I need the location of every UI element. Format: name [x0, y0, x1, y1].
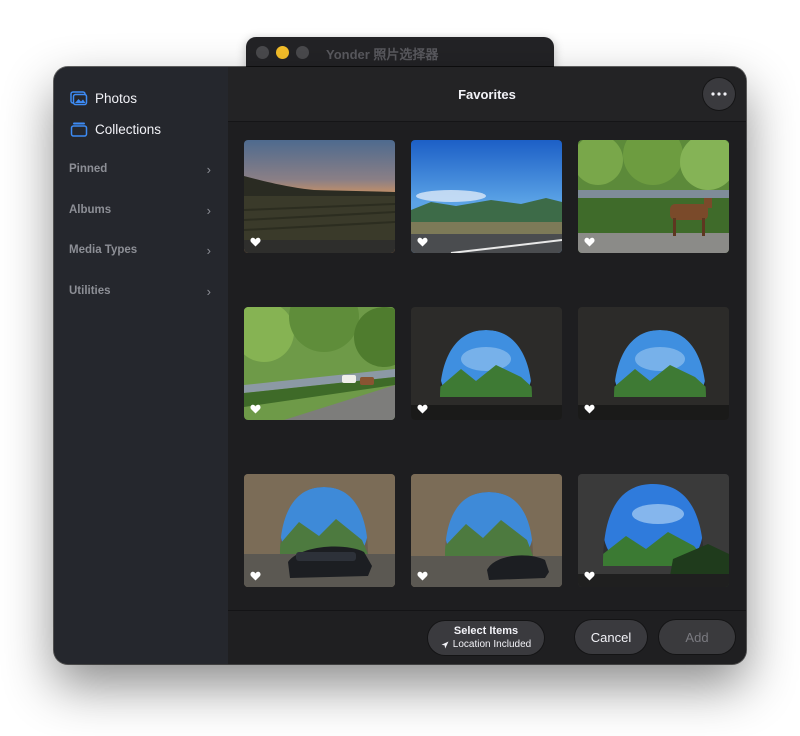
favorite-heart-icon [250, 237, 261, 247]
favorite-heart-icon [417, 571, 428, 581]
mountain-road-goats-photo [244, 307, 395, 420]
footer-toolbar: Select Items Location Included Cancel Ad… [228, 610, 746, 664]
chevron-right-icon: › [206, 242, 211, 258]
blue-sky-road-photo [411, 140, 562, 253]
ellipsis-icon [711, 92, 727, 96]
cave-arch-photo [578, 307, 729, 420]
photo-thumbnail[interactable] [578, 140, 729, 253]
photo-picker-sheet: Photos Collections Pinned › Albums › Med… [54, 67, 746, 664]
section-label: Albums [69, 204, 112, 216]
add-button[interactable]: Add [659, 620, 735, 654]
photo-thumbnail[interactable] [578, 307, 729, 420]
header: Favorites [228, 67, 746, 122]
sidebar-section-albums[interactable]: Albums › [69, 200, 211, 220]
favorite-heart-icon [417, 237, 428, 247]
sidebar-section-utilities[interactable]: Utilities › [69, 281, 211, 301]
window-minimize-button[interactable] [276, 46, 289, 59]
favorite-heart-icon [250, 404, 261, 414]
window-zoom-button[interactable] [296, 46, 309, 59]
content-area: Favorites Select Items Location Included… [228, 67, 746, 664]
cancel-button[interactable]: Cancel [575, 620, 647, 654]
section-label: Pinned [69, 163, 108, 175]
cave-arch-photo [411, 307, 562, 420]
photo-thumbnail[interactable] [244, 474, 395, 587]
cave-car-photo [244, 474, 395, 587]
location-included-row: Location Included [428, 639, 544, 650]
chevron-right-icon: › [206, 283, 211, 299]
section-label: Media Types [69, 244, 138, 256]
favorite-heart-icon [584, 404, 595, 414]
sidebar-section-media-types[interactable]: Media Types › [69, 240, 211, 260]
roadside-goat-photo [578, 140, 729, 253]
favorite-heart-icon [250, 571, 261, 581]
photo-thumbnail[interactable] [411, 474, 562, 587]
sidebar-item-label: Photos [95, 90, 138, 106]
chevron-right-icon: › [206, 202, 211, 218]
sidebar-item-photos[interactable]: Photos [70, 87, 137, 109]
sunset-field-photo [244, 140, 395, 253]
select-items-button[interactable]: Select Items Location Included [428, 621, 544, 655]
window-close-button[interactable] [256, 46, 269, 59]
photo-thumbnail[interactable] [244, 140, 395, 253]
favorite-heart-icon [417, 404, 428, 414]
photos-icon [70, 90, 88, 106]
collections-icon [70, 121, 88, 137]
sidebar-section-pinned[interactable]: Pinned › [69, 159, 211, 179]
favorite-heart-icon [584, 237, 595, 247]
photo-thumbnail[interactable] [411, 307, 562, 420]
location-arrow-icon [441, 641, 449, 648]
photo-thumbnail[interactable] [578, 474, 729, 587]
cave-car-photo [411, 474, 562, 587]
chevron-right-icon: › [206, 161, 211, 177]
page-title: Favorites [458, 87, 516, 102]
more-options-button[interactable] [703, 78, 735, 110]
section-label: Utilities [69, 285, 111, 297]
photo-thumbnail[interactable] [244, 307, 395, 420]
sidebar: Photos Collections Pinned › Albums › Med… [54, 67, 228, 664]
sidebar-item-collections[interactable]: Collections [70, 118, 161, 140]
photo-thumbnail[interactable] [411, 140, 562, 253]
select-items-label: Select Items [453, 625, 519, 637]
location-included-label: Location Included [452, 639, 532, 650]
sidebar-item-label: Collections [95, 121, 162, 137]
cave-arch-wide-photo [578, 474, 729, 587]
favorite-heart-icon [584, 571, 595, 581]
app-window-title: Yonder 照片选择器 [326, 47, 439, 62]
